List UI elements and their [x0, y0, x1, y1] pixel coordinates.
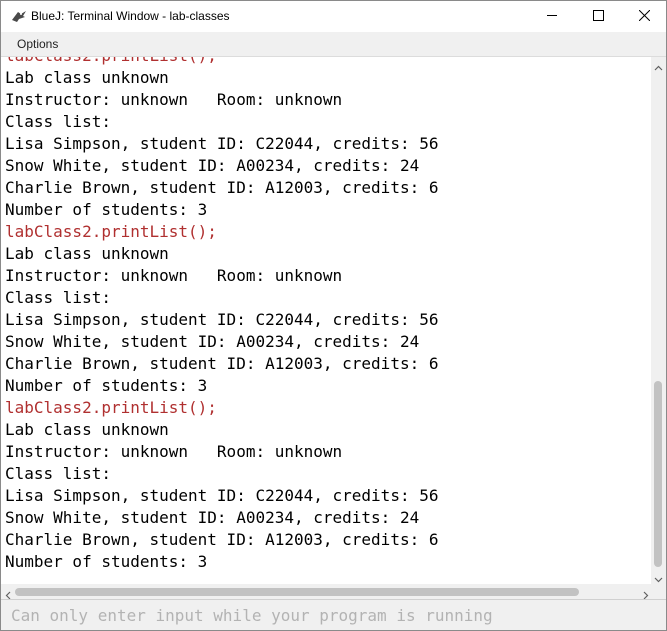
terminal-output-line: Number of students: 3	[5, 200, 208, 219]
terminal-output-line: Number of students: 3	[5, 552, 208, 571]
terminal-output-line: Charlie Brown, student ID: A12003, credi…	[5, 178, 439, 197]
maximize-button[interactable]	[575, 1, 621, 32]
horizontal-scroll-thumb[interactable]	[15, 588, 579, 596]
terminal-output[interactable]: labClass2.printList();Lab class unknownI…	[1, 57, 651, 584]
maximize-icon	[592, 8, 604, 26]
terminal-output-line: Lisa Simpson, student ID: C22044, credit…	[5, 310, 439, 329]
title-bar[interactable]: BlueJ: Terminal Window - lab-classes	[1, 1, 666, 32]
terminal-output-line: Lisa Simpson, student ID: C22044, credit…	[5, 486, 439, 505]
terminal-output-line: Instructor: unknown Room: unknown	[5, 90, 343, 109]
terminal-window: BlueJ: Terminal Window - lab-classes Opt…	[0, 0, 667, 631]
vertical-scrollbar[interactable]	[651, 57, 666, 584]
terminal-output-line: Class list:	[5, 464, 111, 483]
terminal-output-line: Number of students: 3	[5, 376, 208, 395]
menu-options[interactable]: Options	[17, 37, 58, 51]
terminal-lines: labClass2.printList();Lab class unknownI…	[5, 57, 438, 573]
input-bar	[1, 599, 666, 630]
window-title: BlueJ: Terminal Window - lab-classes	[31, 9, 230, 23]
terminal-output-line: Lab class unknown	[5, 244, 169, 263]
terminal-input-field[interactable]	[5, 604, 666, 626]
minimize-icon	[546, 8, 558, 26]
terminal-command-line: labClass2.printList();	[5, 222, 217, 241]
horizontal-scrollbar[interactable]	[1, 584, 666, 600]
terminal-command-line: labClass2.printList();	[5, 57, 438, 67]
close-icon	[638, 8, 650, 26]
terminal-output-line: Charlie Brown, student ID: A12003, credi…	[5, 530, 439, 549]
scroll-up-icon[interactable]	[654, 60, 663, 78]
terminal-output-line: Lisa Simpson, student ID: C22044, credit…	[5, 134, 439, 153]
minimize-button[interactable]	[529, 1, 575, 32]
terminal-output-line: Snow White, student ID: A00234, credits:…	[5, 156, 420, 175]
terminal-output-line: Instructor: unknown Room: unknown	[5, 266, 343, 285]
terminal-output-line: Snow White, student ID: A00234, credits:…	[5, 332, 420, 351]
vertical-scroll-thumb[interactable]	[654, 381, 662, 567]
terminal-output-line: Snow White, student ID: A00234, credits:…	[5, 508, 420, 527]
terminal-output-line: Lab class unknown	[5, 420, 169, 439]
terminal-output-line: Instructor: unknown Room: unknown	[5, 442, 343, 461]
bluej-bird-icon	[10, 8, 28, 24]
terminal-output-line: Lab class unknown	[5, 68, 169, 87]
terminal-output-line: Class list:	[5, 112, 111, 131]
close-button[interactable]	[621, 1, 666, 32]
terminal-command-line: labClass2.printList();	[5, 398, 217, 417]
terminal-output-line: Charlie Brown, student ID: A12003, credi…	[5, 354, 439, 373]
menu-bar: Options	[1, 32, 666, 57]
terminal-output-line: Class list:	[5, 288, 111, 307]
